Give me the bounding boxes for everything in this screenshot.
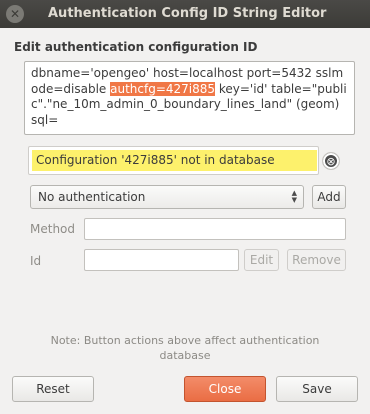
reset-button[interactable]: Reset (12, 376, 94, 402)
message-text: Configuration '427i885' not in database (32, 150, 317, 171)
clear-message-icon[interactable]: ⊗ (322, 152, 340, 170)
method-input[interactable] (84, 218, 346, 240)
note-text: Note: Button actions above affect authen… (50, 334, 320, 362)
add-button[interactable]: Add (312, 185, 346, 209)
method-label: Method (30, 222, 76, 236)
edit-button[interactable]: Edit (244, 249, 279, 271)
arrow-down-icon: ▼ (291, 196, 297, 204)
message-field: Configuration '427i885' not in database (28, 146, 319, 175)
authentication-select[interactable]: No authentication ▲ ▼ (30, 185, 304, 209)
save-button[interactable]: Save (276, 376, 358, 402)
window-title: Authentication Config ID String Editor (48, 6, 327, 21)
config-text-highlight: authcfg=427i885 (110, 81, 216, 96)
config-string-textarea[interactable]: dbname='opengeo' host=localhost port=543… (24, 61, 355, 135)
close-button[interactable]: Close (184, 376, 266, 402)
authentication-select-value: No authentication (38, 190, 146, 204)
remove-button[interactable]: Remove (287, 249, 346, 271)
select-arrows-icon: ▲ ▼ (292, 190, 297, 204)
id-input[interactable] (84, 249, 239, 271)
window-close-icon[interactable]: ✕ (6, 5, 24, 23)
dialog-window: ✕ Authentication Config ID String Editor… (0, 0, 370, 414)
id-label: Id (30, 254, 42, 268)
section-label: Edit authentication configuration ID (14, 40, 258, 54)
title-bar: ✕ Authentication Config ID String Editor (0, 0, 370, 28)
